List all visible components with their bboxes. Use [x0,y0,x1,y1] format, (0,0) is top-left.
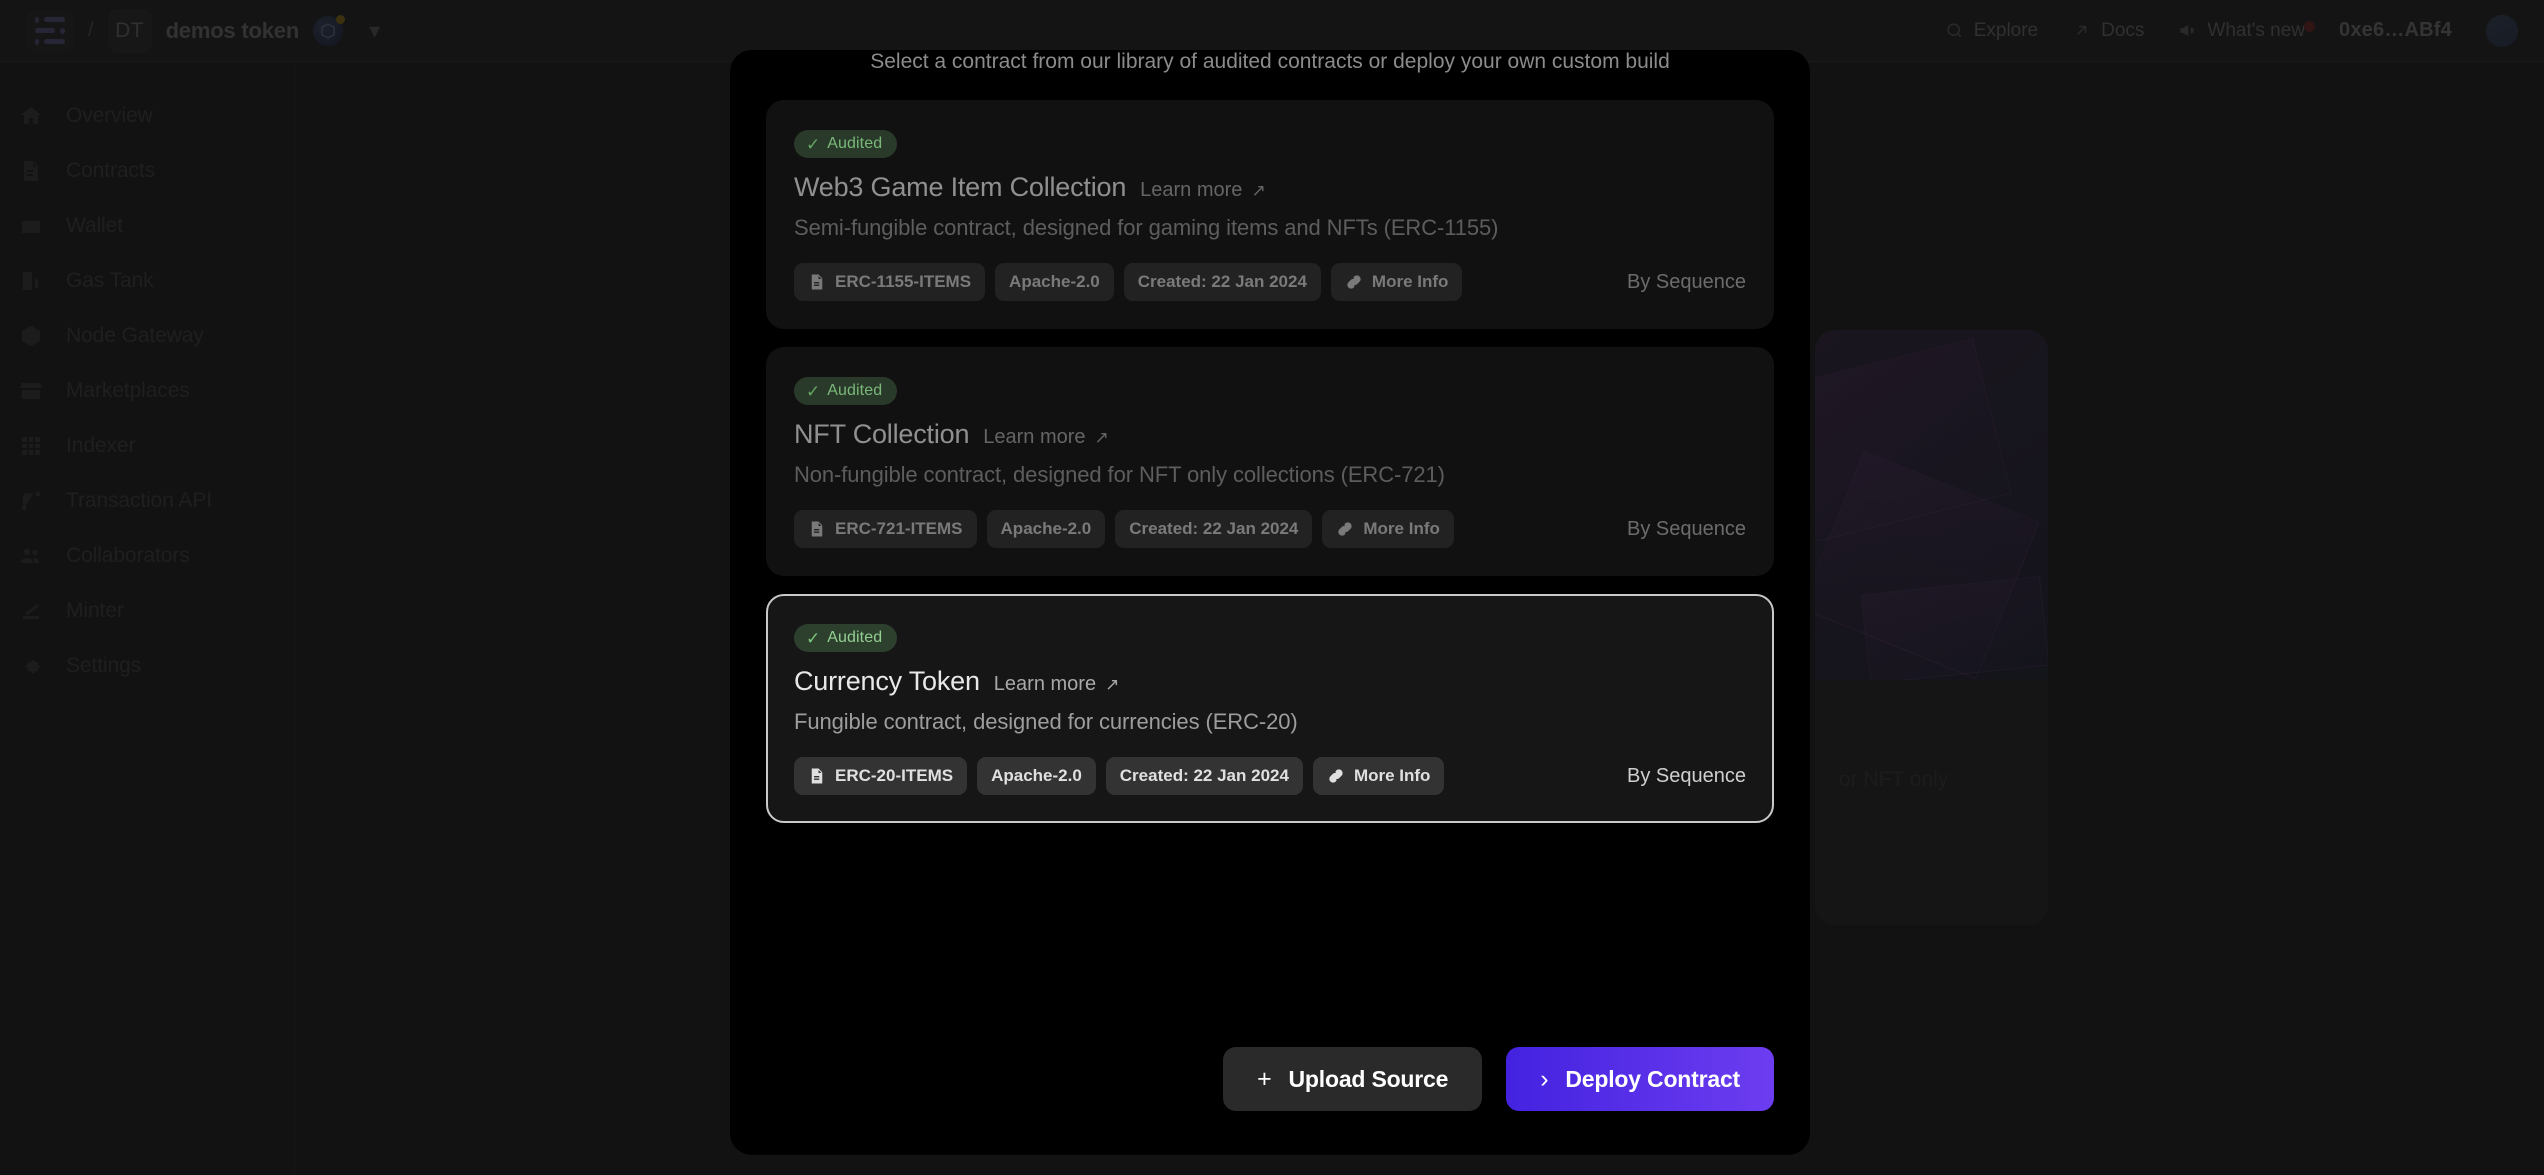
pill-standard[interactable]: ERC-1155-ITEMS [794,263,986,301]
arrow-up-right-icon: ↗ [1094,427,1109,447]
modal-subtitle: Select a contract from our library of au… [870,50,1670,73]
card-meta-row: ERC-721-ITEMS Apache-2.0 Created: 22 Jan… [794,510,1746,548]
card-header: Web3 Game Item Collection Learn more ↗ [794,172,1746,203]
pill-more-info[interactable]: More Info [1322,510,1454,548]
status-badge-label: Audited [827,382,883,399]
card-meta-row: ERC-20-ITEMS Apache-2.0 Created: 22 Jan … [794,757,1746,795]
card-title: Currency Token [794,666,980,696]
contract-card-currency-token[interactable]: ✓ Audited Currency Token Learn more ↗ Fu… [766,594,1774,823]
link-chain-icon [1345,273,1363,291]
learn-more-link[interactable]: Learn more ↗ [994,673,1120,696]
learn-more-label: Learn more [993,673,1097,695]
upload-source-button[interactable]: + Upload Source [1223,1047,1483,1111]
pill-license[interactable]: Apache-2.0 [977,757,1096,795]
check-icon: ✓ [806,628,821,648]
contract-card-web3-game-item-collection[interactable]: ✓ Audited Web3 Game Item Collection Lear… [766,100,1774,329]
check-icon: ✓ [806,134,821,154]
card-header: Currency Token Learn more ↗ [794,666,1746,697]
contract-card-nft-collection[interactable]: ✓ Audited NFT Collection Learn more ↗ No… [766,347,1774,576]
status-badge-label: Audited [827,135,883,152]
card-meta-row: ERC-1155-ITEMS Apache-2.0 Created: 22 Ja… [794,263,1746,301]
card-description: Non-fungible contract, designed for NFT … [794,462,1445,487]
status-badge: ✓ Audited [794,624,898,652]
pill-label: More Info [1363,519,1440,538]
card-title: Web3 Game Item Collection [794,172,1127,202]
contract-document-icon [808,273,826,291]
pill-license[interactable]: Apache-2.0 [995,263,1114,301]
card-description: Semi-fungible contract, designed for gam… [794,215,1499,240]
status-badge-label: Audited [827,629,883,646]
pill-created-date[interactable]: Created: 22 Jan 2024 [1123,263,1321,301]
plus-icon: + [1257,1064,1272,1093]
deploy-contract-label: Deploy Contract [1565,1065,1740,1092]
card-header: NFT Collection Learn more ↗ [794,419,1746,450]
contract-list: ✓ Audited Web3 Game Item Collection Lear… [766,100,1774,823]
arrow-up-right-icon: ↗ [1105,674,1120,694]
pill-label: More Info [1371,272,1449,291]
pill-label: Created: 22 Jan 2024 [1119,766,1289,785]
deploy-contract-button[interactable]: › Deploy Contract [1506,1047,1774,1111]
contract-document-icon [808,767,826,785]
learn-more-label: Learn more [983,426,1086,448]
pill-more-info[interactable]: More Info [1330,263,1463,301]
app-root: / DT demos token ▾ Explore Docs What's n… [0,0,2544,1175]
status-badge: ✓ Audited [794,130,898,158]
upload-source-label: Upload Source [1288,1065,1449,1092]
card-author: By Sequence [1627,517,1746,540]
link-chain-icon [1327,767,1345,785]
card-author: By Sequence [1627,270,1746,293]
pill-label: ERC-20-ITEMS [835,766,954,785]
chevron-right-icon: › [1540,1064,1549,1093]
pill-standard[interactable]: ERC-20-ITEMS [794,757,968,795]
check-icon: ✓ [806,381,821,401]
arrow-up-right-icon: ↗ [1251,180,1266,200]
learn-more-link[interactable]: Learn more ↗ [1140,179,1266,202]
pill-standard[interactable]: ERC-721-ITEMS [794,510,977,548]
learn-more-label: Learn more [1140,179,1243,201]
pill-label: Apache-2.0 [1000,519,1092,538]
card-title: NFT Collection [794,419,970,449]
deploy-contract-modal: Select a contract from our library of au… [730,50,1810,1155]
link-chain-icon [1336,520,1354,538]
pill-label: Created: 22 Jan 2024 [1129,519,1299,538]
contract-document-icon [808,520,826,538]
pill-label: ERC-721-ITEMS [835,519,963,538]
card-description: Fungible contract, designed for currenci… [794,709,1298,734]
status-badge: ✓ Audited [794,377,898,405]
modal-footer: + Upload Source › Deploy Contract [766,1047,1774,1111]
pill-label: Apache-2.0 [1009,272,1100,291]
pill-license[interactable]: Apache-2.0 [986,510,1106,548]
pill-label: ERC-1155-ITEMS [835,272,972,291]
learn-more-link[interactable]: Learn more ↗ [983,426,1109,449]
pill-label: Apache-2.0 [991,766,1082,785]
pill-more-info[interactable]: More Info [1312,757,1445,795]
pill-created-date[interactable]: Created: 22 Jan 2024 [1115,510,1313,548]
pill-label: More Info [1353,766,1431,785]
card-author: By Sequence [1627,764,1746,787]
pill-label: Created: 22 Jan 2024 [1137,272,1307,291]
pill-created-date[interactable]: Created: 22 Jan 2024 [1105,757,1303,795]
